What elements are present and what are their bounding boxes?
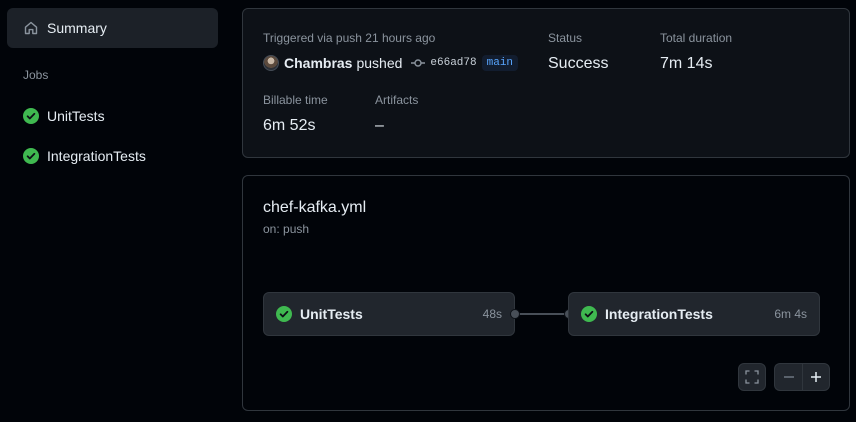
fullscreen-button[interactable] [738, 363, 766, 391]
avatar[interactable] [263, 55, 279, 71]
connector-dot [510, 309, 520, 319]
jobs-heading: Jobs [23, 68, 49, 82]
zoom-out-button[interactable] [774, 363, 802, 391]
status-label: Status [548, 31, 583, 45]
success-check-icon [23, 148, 39, 164]
sidebar-job-label: UnitTests [47, 108, 105, 124]
trigger-details: Chambras pushed e66ad78 main [263, 55, 519, 71]
workflow-trigger: on: push [263, 222, 310, 236]
artifacts-label: Artifacts [375, 93, 419, 107]
artifacts-value: – [375, 117, 384, 134]
billable-label: Billable time [263, 93, 328, 107]
sidebar-item-integrationtests[interactable]: IntegrationTests [7, 140, 218, 172]
workflow-file-name: chef-kafka.yml [263, 199, 367, 216]
job-name: UnitTests [300, 306, 363, 322]
home-icon [23, 20, 39, 36]
graph-job-integrationtests[interactable]: IntegrationTests 6m 4s [568, 292, 820, 336]
success-check-icon [23, 108, 39, 124]
duration-value: 7m 14s [660, 55, 713, 72]
job-connector [515, 313, 569, 315]
run-summary-card: Triggered via push 21 hours ago Chambras… [242, 8, 850, 158]
sidebar-item-unittests[interactable]: UnitTests [7, 100, 218, 132]
zoom-in-button[interactable] [802, 363, 830, 391]
success-check-icon [276, 306, 292, 322]
job-name: IntegrationTests [605, 306, 713, 322]
sidebar-summary-label: Summary [47, 20, 107, 36]
job-duration: 48s [482, 307, 502, 321]
job-duration: 6m 4s [774, 307, 807, 321]
action-text: pushed [356, 55, 403, 71]
git-commit-icon [410, 55, 426, 71]
commit-sha-link[interactable]: e66ad78 [430, 57, 476, 69]
success-check-icon [581, 306, 597, 322]
duration-label: Total duration [660, 31, 733, 45]
status-value: Success [548, 55, 609, 72]
fullscreen-icon [745, 370, 759, 384]
minus-icon [782, 370, 796, 384]
sidebar: Summary Jobs UnitTests IntegrationTests [0, 0, 226, 422]
sidebar-job-label: IntegrationTests [47, 148, 146, 164]
sidebar-item-summary[interactable]: Summary [7, 8, 218, 48]
plus-icon [809, 370, 823, 384]
graph-job-unittests[interactable]: UnitTests 48s [263, 292, 515, 336]
workflow-graph-card: chef-kafka.yml on: push UnitTests 48s In… [242, 175, 850, 411]
trigger-text: Triggered via push 21 hours ago [263, 31, 436, 45]
actor-link[interactable]: Chambras [284, 55, 352, 71]
branch-badge[interactable]: main [481, 55, 519, 71]
billable-value: 6m 52s [263, 117, 316, 134]
